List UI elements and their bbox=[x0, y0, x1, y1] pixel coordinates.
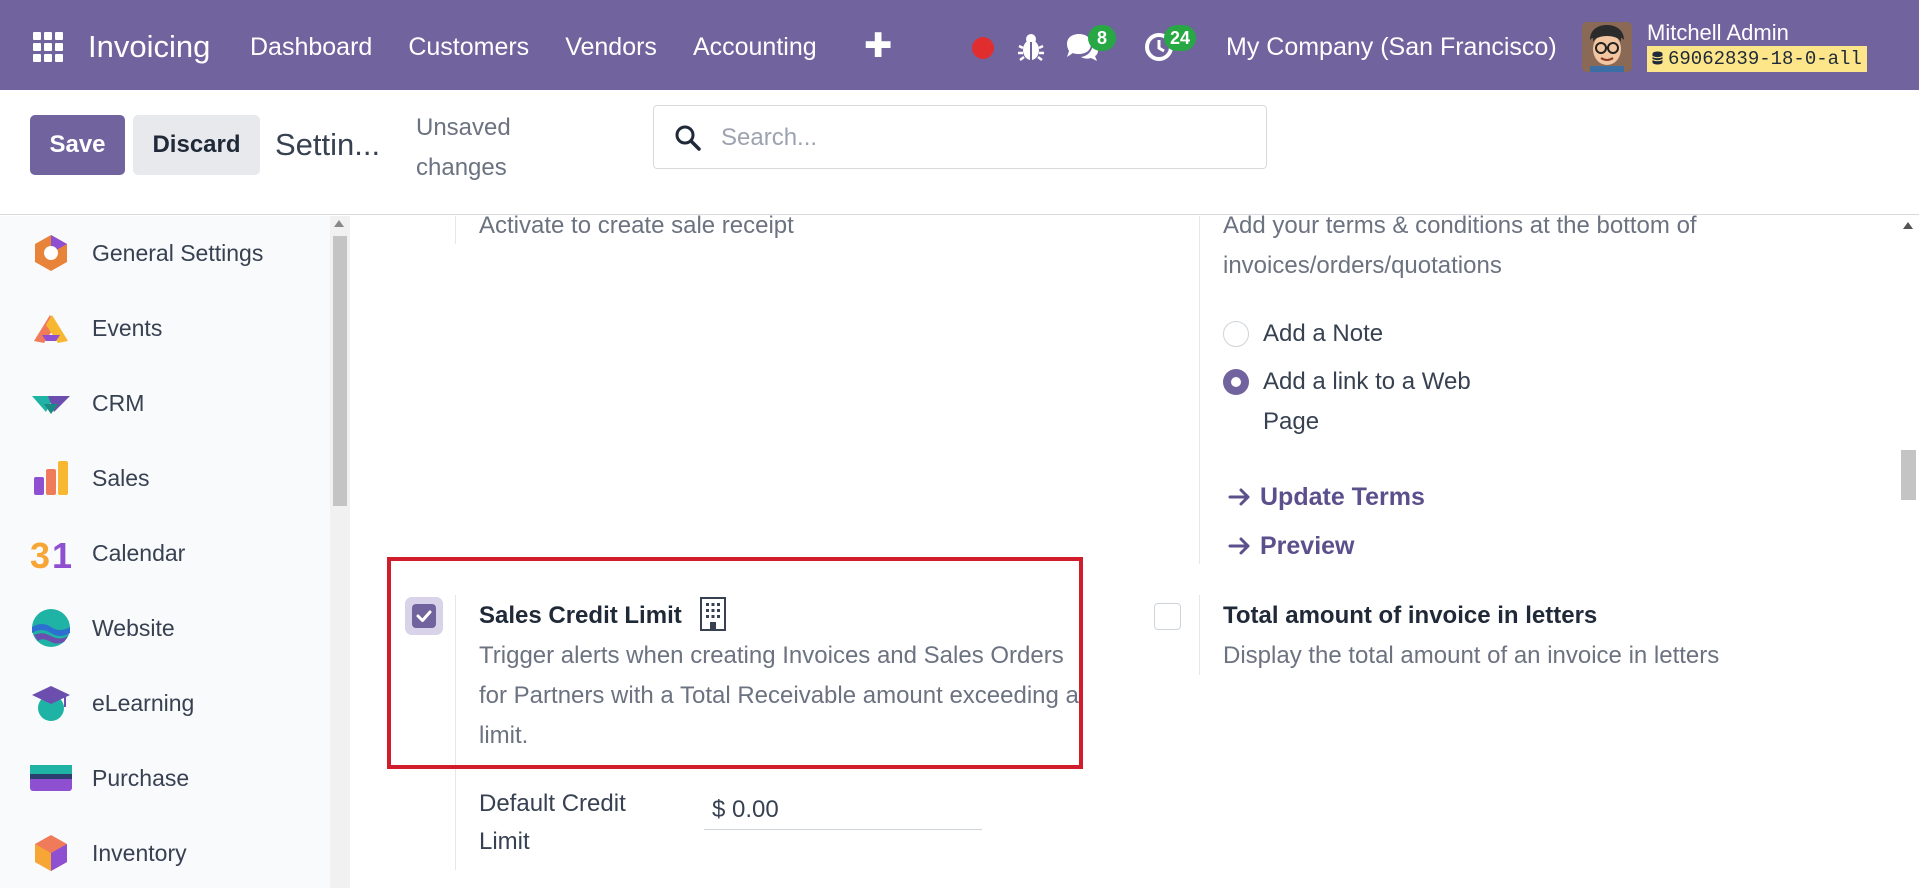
sidebar-item-calendar[interactable]: 3 1 Calendar bbox=[0, 523, 330, 583]
menu-dashboard[interactable]: Dashboard bbox=[250, 33, 372, 62]
sale-receipt-description: Activate to create sale receipt bbox=[479, 212, 794, 239]
plus-icon[interactable]: ✚ bbox=[864, 26, 893, 66]
settings-sidebar: General Settings Events CRM Sales 3 1 Ca… bbox=[0, 216, 330, 888]
sidebar-item-general-settings[interactable]: General Settings bbox=[0, 223, 330, 283]
breadcrumb-settings: Settin... bbox=[275, 127, 381, 162]
update-terms-label: Update Terms bbox=[1260, 483, 1425, 511]
company-building-icon bbox=[700, 597, 726, 631]
radio-add-link[interactable] bbox=[1223, 369, 1249, 395]
content-scrollbar[interactable] bbox=[1898, 216, 1919, 888]
sidebar-item-label: Calendar bbox=[92, 539, 186, 566]
svg-text:1: 1 bbox=[52, 535, 72, 574]
search-icon bbox=[675, 125, 701, 151]
setting-divider bbox=[455, 216, 456, 244]
discard-button[interactable]: Discard bbox=[133, 115, 260, 175]
sidebar-item-sales[interactable]: Sales bbox=[0, 448, 330, 508]
events-icon bbox=[34, 315, 68, 343]
sidebar-item-label: Events bbox=[92, 314, 163, 341]
sidebar-item-label: Inventory bbox=[92, 839, 187, 866]
sidebar-item-label: Website bbox=[92, 614, 175, 641]
terms-description: Add your terms & conditions at the botto… bbox=[1223, 212, 1697, 279]
sales-credit-limit-description: Trigger alerts when creating Invoices an… bbox=[479, 642, 1079, 749]
control-panel: Save Discard Settin... Unsaved changes bbox=[0, 90, 1919, 215]
checkmark-icon bbox=[416, 610, 432, 622]
elearning-icon bbox=[32, 686, 70, 721]
top-navbar: Invoicing Dashboard Customers Vendors Ac… bbox=[0, 0, 1919, 90]
user-name[interactable]: Mitchell Admin bbox=[1647, 20, 1789, 46]
sidebar-item-crm[interactable]: CRM bbox=[0, 373, 330, 433]
invoice-letters-checkbox[interactable] bbox=[1154, 603, 1181, 630]
preview-button[interactable]: Preview bbox=[1228, 532, 1355, 561]
sidebar-scrollbar[interactable] bbox=[330, 216, 350, 888]
preview-label: Preview bbox=[1260, 532, 1355, 560]
sidebar-item-label: eLearning bbox=[92, 689, 195, 716]
radio-add-link-label[interactable]: Add a link to a Web Page bbox=[1263, 362, 1523, 442]
arrow-right-icon bbox=[1228, 488, 1250, 506]
setting-divider bbox=[1199, 595, 1200, 675]
menu-customers[interactable]: Customers bbox=[408, 33, 529, 62]
sidebar-item-label: General Settings bbox=[92, 239, 264, 266]
sidebar-item-events[interactable]: Events bbox=[0, 298, 330, 358]
database-name: 69062839-18-0-all bbox=[1668, 48, 1862, 70]
save-button[interactable]: Save bbox=[30, 115, 125, 175]
scroll-up-arrow-icon[interactable] bbox=[1903, 222, 1913, 229]
app-name[interactable]: Invoicing bbox=[88, 29, 210, 65]
app-menu-grid-icon[interactable] bbox=[33, 32, 63, 62]
sidebar-item-label: Sales bbox=[92, 464, 150, 491]
radio-add-note-label[interactable]: Add a Note bbox=[1263, 314, 1563, 354]
sidebar-item-elearning[interactable]: eLearning bbox=[0, 673, 330, 733]
general-settings-icon bbox=[35, 235, 67, 271]
messages-count-badge: 8 bbox=[1088, 25, 1116, 51]
update-terms-button[interactable]: Update Terms bbox=[1228, 483, 1425, 512]
bug-icon[interactable] bbox=[1017, 32, 1045, 62]
svg-text:3: 3 bbox=[30, 535, 50, 574]
sidebar-scroll-thumb[interactable] bbox=[333, 236, 347, 506]
default-credit-limit-input[interactable] bbox=[704, 790, 982, 830]
calendar-icon: 3 1 bbox=[30, 535, 72, 574]
user-avatar[interactable] bbox=[1582, 22, 1632, 72]
main-menu: Dashboard Customers Vendors Accounting bbox=[250, 33, 853, 62]
arrow-right-icon bbox=[1228, 537, 1250, 555]
radio-add-note[interactable] bbox=[1223, 321, 1249, 347]
setting-divider bbox=[1199, 216, 1200, 564]
default-credit-limit-label: Default Credit Limit bbox=[479, 790, 626, 855]
sales-credit-limit-checkbox[interactable] bbox=[405, 597, 443, 635]
purchase-icon bbox=[30, 765, 72, 791]
website-icon bbox=[32, 609, 70, 647]
sales-icon bbox=[34, 461, 68, 495]
record-icon[interactable] bbox=[972, 37, 994, 59]
invoice-letters-description: Display the total amount of an invoice i… bbox=[1223, 642, 1720, 669]
search-box[interactable] bbox=[653, 105, 1267, 169]
inventory-icon bbox=[35, 835, 67, 871]
menu-accounting[interactable]: Accounting bbox=[693, 33, 817, 62]
sidebar-item-inventory[interactable]: Inventory bbox=[0, 823, 330, 883]
sidebar-item-label: CRM bbox=[92, 389, 145, 416]
activities-count-badge: 24 bbox=[1164, 25, 1197, 51]
sales-credit-limit-title: Sales Credit Limit bbox=[479, 602, 682, 629]
sidebar-item-website[interactable]: Website bbox=[0, 598, 330, 658]
database-tag: 69062839-18-0-all bbox=[1647, 46, 1867, 72]
invoice-letters-title: Total amount of invoice in letters bbox=[1223, 602, 1598, 629]
database-icon bbox=[1652, 51, 1663, 65]
sidebar-item-purchase[interactable]: Purchase bbox=[0, 748, 330, 808]
menu-vendors[interactable]: Vendors bbox=[565, 33, 657, 62]
scroll-up-arrow-icon[interactable] bbox=[334, 220, 344, 227]
unsaved-changes-indicator: Unsaved changes bbox=[416, 114, 511, 181]
content-scroll-thumb[interactable] bbox=[1901, 450, 1916, 500]
sidebar-item-label: Purchase bbox=[92, 764, 190, 791]
search-input[interactable] bbox=[721, 118, 1241, 158]
company-switcher[interactable]: My Company (San Francisco) bbox=[1226, 33, 1557, 62]
crm-icon bbox=[32, 396, 70, 414]
